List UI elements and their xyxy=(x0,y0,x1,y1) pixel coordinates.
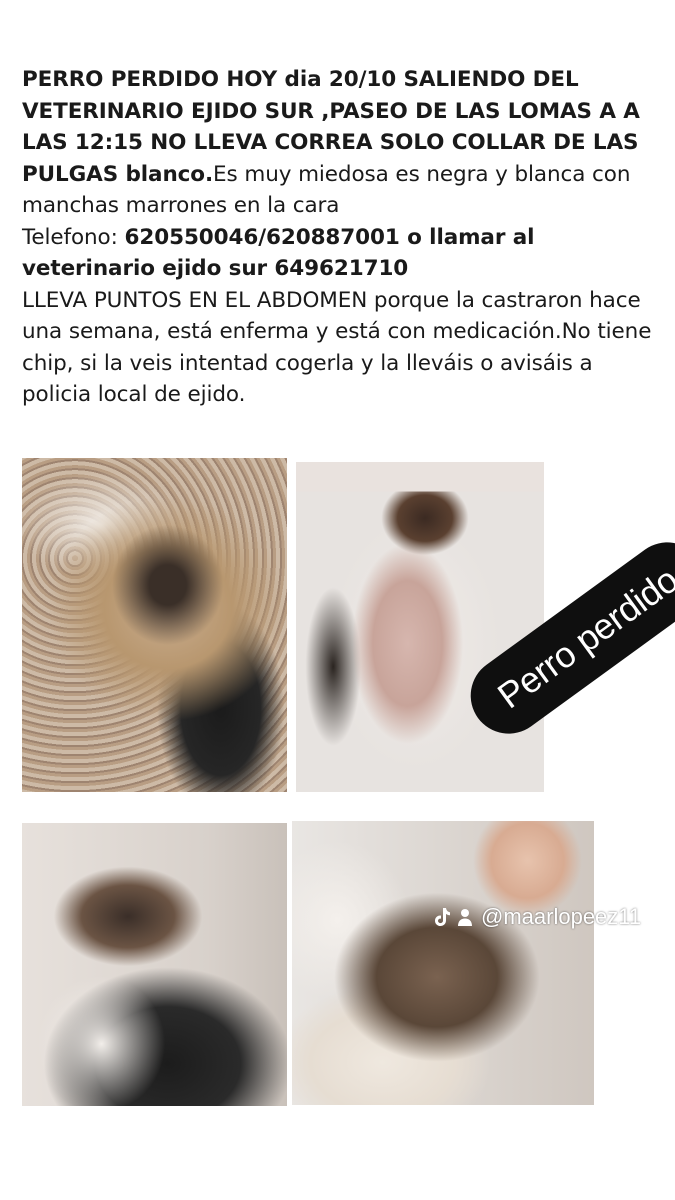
dog-photo-portrait[interactable] xyxy=(22,823,287,1106)
tiktok-watermark: @maarlopeez11 xyxy=(433,902,641,932)
person-icon xyxy=(457,907,475,927)
dog-photo-cuddled[interactable] xyxy=(292,821,594,1105)
tiktok-icon xyxy=(433,907,451,927)
dog-photo-belly-up[interactable] xyxy=(296,462,544,792)
phone-label: Telefono: xyxy=(22,224,125,250)
tiktok-handle: @maarlopeez11 xyxy=(481,904,642,929)
notice-details: LLEVA PUNTOS EN EL ABDOMEN porque la cas… xyxy=(22,287,652,408)
dog-photo-lying-floor[interactable] xyxy=(22,458,287,792)
lost-dog-notice: PERRO PERDIDO HOY dia 20/10 SALIENDO DEL… xyxy=(22,64,662,411)
